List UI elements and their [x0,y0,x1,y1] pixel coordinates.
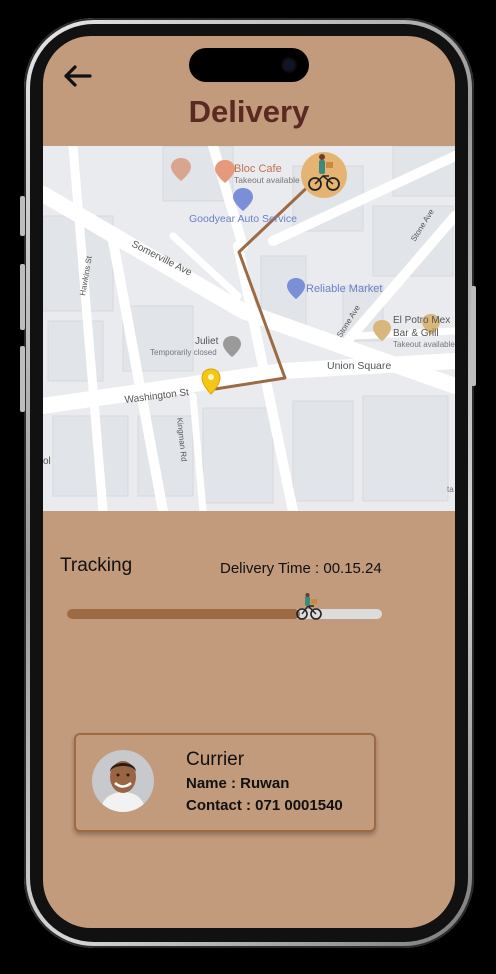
cyclist-icon [296,593,322,621]
action-button [20,196,25,236]
map-label-el-potro-2: Bar & Grill [393,328,439,339]
back-button[interactable] [61,62,93,90]
page-title: Delivery [188,94,310,129]
app-screen: Delivery Bloc Cafe Takeout available Goo… [43,36,455,928]
courier-card: Currier Name : Ruwan Contact : 071 00015… [74,733,376,832]
delivery-progress-bar [67,609,382,619]
map-label-juliet: Juliet [195,336,219,347]
map-label-juliet-sub: Temporarily closed [150,348,217,357]
map-label-edge-right: ta [447,485,454,494]
volume-down-button [20,346,25,412]
courier-contact[interactable]: Contact : 071 0001540 [186,797,343,814]
map-label-bloc-cafe-sub: Takeout available [234,175,300,185]
arrow-left-icon [64,65,92,87]
map-label-reliable: Reliable Market [306,283,382,295]
map-label-union-square: Union Square [327,360,391,372]
tracking-label: Tracking [60,555,133,576]
map-label-bloc-cafe: Bloc Cafe [234,163,282,175]
courier-name: Name : Ruwan [186,775,290,792]
map-label-goodyear: Goodyear Auto Service [189,213,297,225]
map-label-el-potro-sub: Takeout available [393,340,455,349]
courier-card-title: Currier [186,749,245,770]
courier-location-icon [301,152,347,198]
dynamic-island [189,48,309,82]
progress-fill [67,609,301,619]
map-view[interactable]: Bloc Cafe Takeout available Goodyear Aut… [43,146,455,511]
map-label-el-potro: El Potro Mex [393,315,450,326]
volume-up-button [20,264,25,330]
map-canvas[interactable]: Bloc Cafe Takeout available Goodyear Aut… [43,146,455,511]
courier-avatar [92,750,154,812]
power-button [471,286,476,386]
delivery-time: Delivery Time : 00.15.24 [220,560,382,577]
map-label-edge-left: ol [43,456,51,467]
camera-icon [283,59,295,71]
